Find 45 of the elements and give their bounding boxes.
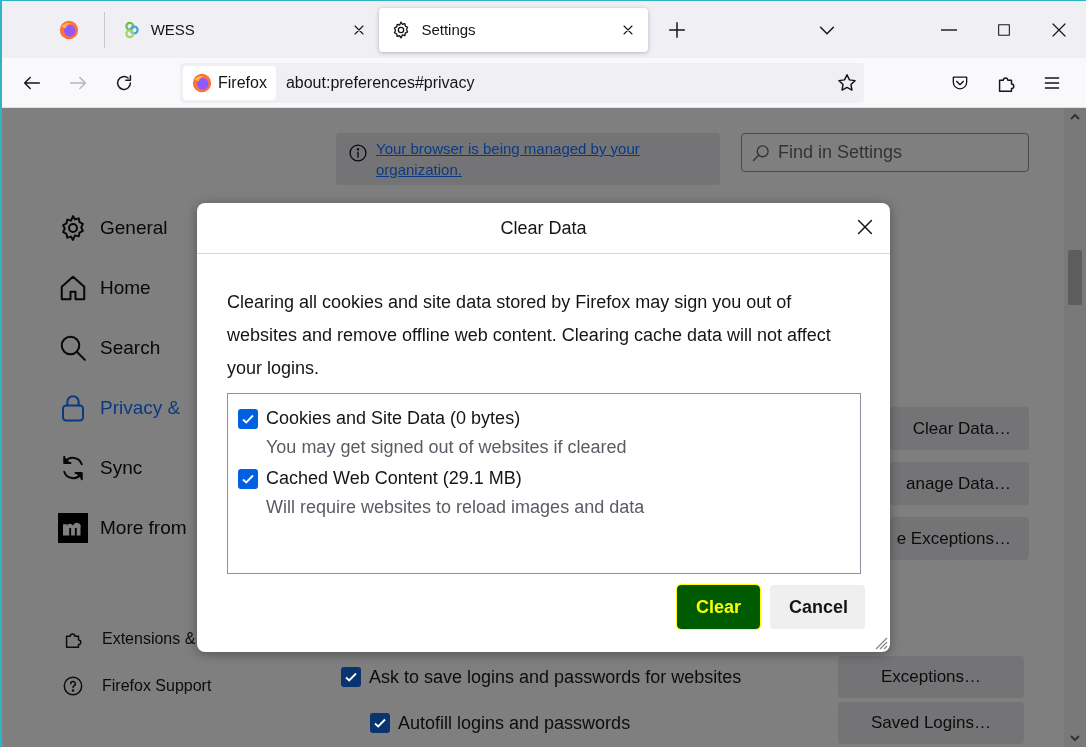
scroll-up-icon[interactable] (1069, 112, 1081, 122)
option-description: You may get signed out of websites if cleared (266, 437, 628, 458)
settings-button[interactable]: anage Data… (890, 462, 1029, 505)
settings-button[interactable]: Clear Data… (890, 407, 1029, 450)
scrollbar[interactable] (1064, 108, 1086, 747)
browser-logo-icon (58, 19, 79, 40)
sidebar-link[interactable]: Firefox Support (58, 662, 300, 709)
sidebar-item[interactable]: General (58, 198, 300, 258)
sidebar-link[interactable]: Extensions & (58, 615, 300, 662)
info-icon (348, 143, 368, 163)
settings-button[interactable]: Exceptions… (838, 656, 1024, 698)
browser-tab[interactable]: WESS (110, 7, 380, 52)
checkbox-label: Ask to save logins and passwords for websites (369, 666, 742, 688)
scrollbar-thumb[interactable] (1068, 250, 1082, 305)
checkbox[interactable] (238, 408, 258, 429)
maximize-icon (996, 21, 1013, 38)
help-icon (62, 674, 84, 697)
checkbox[interactable] (238, 468, 258, 489)
scroll-down-icon[interactable] (1069, 733, 1081, 743)
search-icon (751, 143, 771, 163)
checkbox[interactable] (341, 667, 361, 687)
search-icon (58, 333, 88, 363)
dialog-title: Clear Data (500, 217, 587, 239)
star-icon (836, 71, 858, 94)
minimize-icon (941, 28, 958, 31)
checkbox-label: Autofill logins and passwords (398, 712, 631, 734)
confirm-button[interactable]: Clear (677, 585, 760, 629)
settings-button[interactable]: Saved Logins… (838, 702, 1024, 744)
url-text: about:preferences#privacy (285, 73, 476, 92)
settings-button[interactable]: e Exceptions… (890, 517, 1029, 560)
dialog-message: Clearing all cookies and site data stored by Firefox may sign you out of websites and remove offline web content. Clearing cache data will not affect your logins. (227, 291, 832, 380)
option-description: Will require websites to reload images and data (266, 497, 646, 518)
checkbox-label: Cookies and Site Data (0 bytes) (266, 408, 521, 429)
search-field[interactable]: Find in Settings (741, 133, 1029, 172)
home-icon (58, 273, 88, 303)
browser-logo-icon (192, 72, 212, 93)
square-logo-icon (58, 513, 88, 543)
browser-tab[interactable]: Settings (379, 7, 649, 52)
cancel-button[interactable]: Cancel (770, 585, 865, 629)
identity-box[interactable]: Firefox (183, 65, 276, 100)
checkbox-label: Cached Web Content (29.1 MB) (266, 468, 522, 489)
checkbox[interactable] (370, 713, 390, 733)
link-logo-icon (122, 20, 141, 39)
address-bar[interactable]: Firefox about:preferences#privacy (180, 62, 864, 103)
identity-label: Firefox (218, 73, 267, 92)
